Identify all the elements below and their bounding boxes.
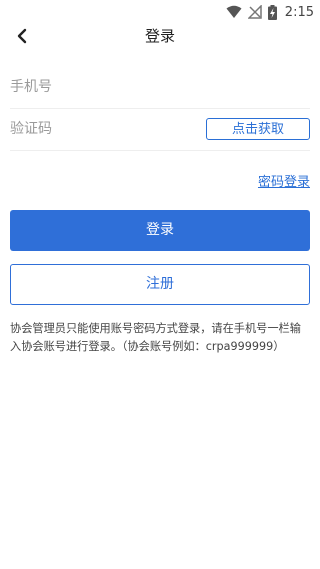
login-button[interactable]: 登录	[10, 210, 310, 251]
back-button[interactable]	[10, 24, 34, 48]
get-code-button[interactable]: 点击获取	[206, 118, 310, 140]
password-login-link[interactable]: 密码登录	[258, 171, 310, 190]
wifi-icon	[226, 5, 242, 18]
status-bar: 2:15	[0, 0, 320, 24]
chevron-left-icon	[17, 28, 27, 44]
verification-code-input[interactable]	[10, 108, 200, 150]
code-field-row: 点击获取	[10, 108, 310, 151]
battery-charging-icon	[267, 4, 277, 20]
status-time: 2:15	[284, 4, 314, 20]
phone-field-row	[10, 66, 310, 109]
signal-icon	[247, 5, 262, 19]
phone-input[interactable]	[10, 66, 200, 108]
nav-bar: 登录	[0, 24, 320, 48]
status-icons: 2:15	[226, 3, 314, 21]
register-button[interactable]: 注册	[10, 264, 310, 305]
login-notice-text: 协会管理员只能使用账号密码方式登录，请在手机号一栏输入协会账号进行登录。（协会账…	[10, 322, 301, 353]
page-title: 登录	[144, 27, 175, 45]
